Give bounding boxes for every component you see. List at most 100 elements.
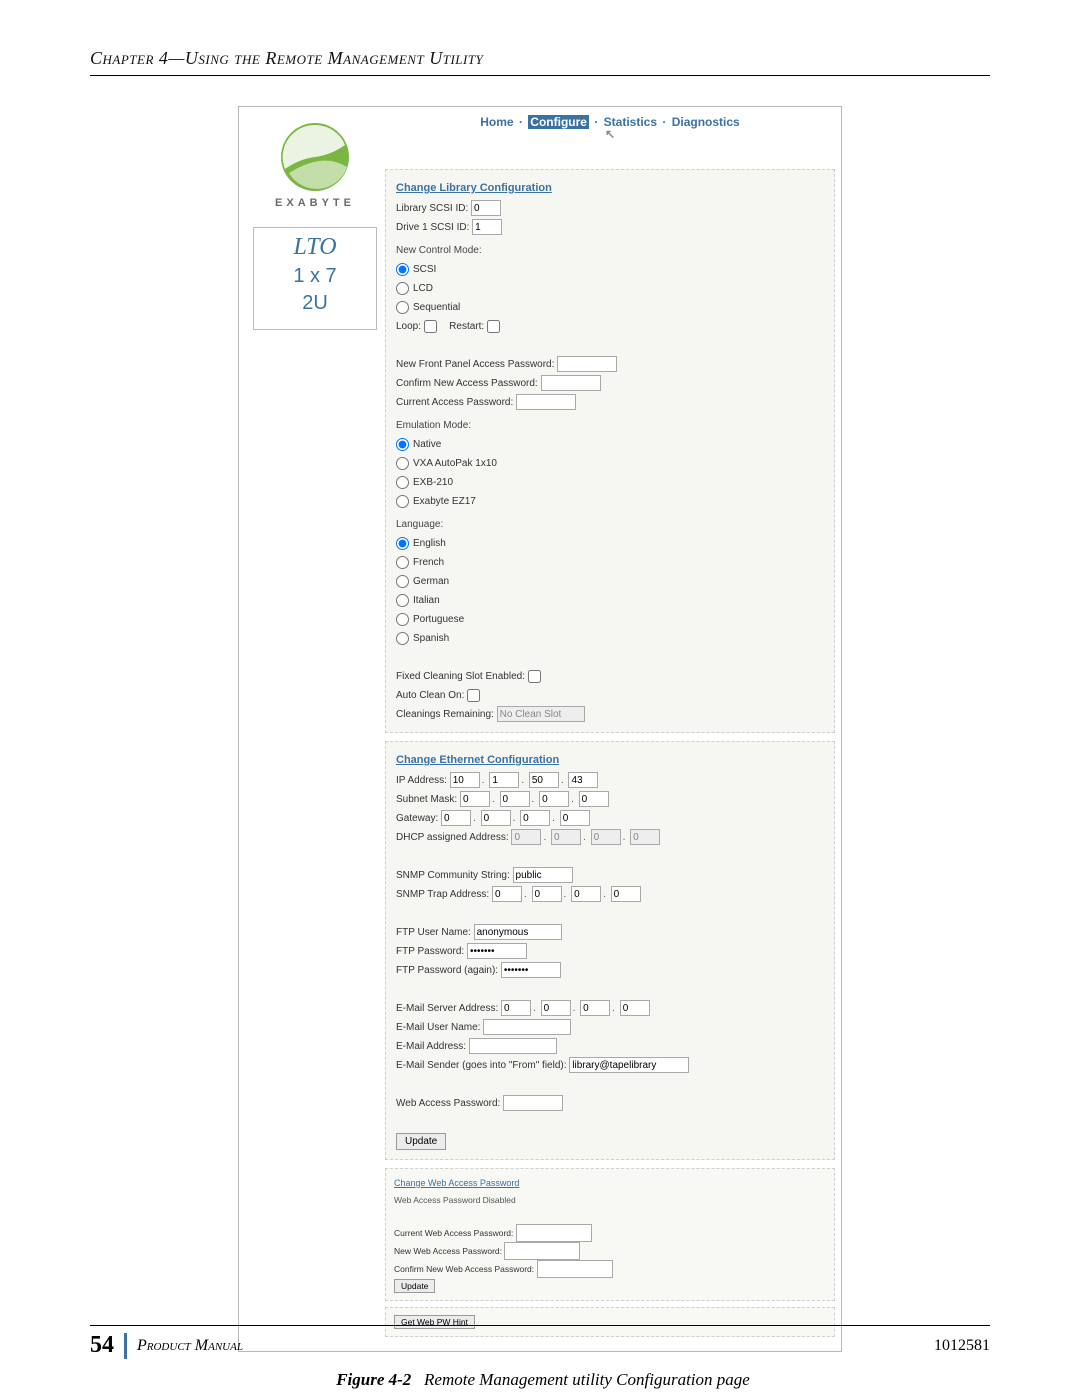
lang-radio[interactable] [396,575,409,588]
dot-sep: . [521,775,524,786]
new-web-password-input[interactable] [504,1242,580,1260]
email-srv-3-input[interactable] [580,1000,610,1016]
ethernet-config-heading[interactable]: Change Ethernet Configuration [396,754,559,766]
email-user-input[interactable] [483,1019,571,1035]
confirm-web-password-input[interactable] [537,1260,613,1278]
nav-sep: · [519,115,523,129]
emu-radio[interactable] [396,476,409,489]
radio-english[interactable]: English [396,538,446,549]
radio-label: LCD [413,283,433,294]
ip-3-input[interactable] [529,772,559,788]
radio-portuguese[interactable]: Portuguese [396,614,464,625]
update-button[interactable]: Update [396,1133,446,1150]
web-password-update-button[interactable]: Update [394,1279,435,1293]
radio-native[interactable]: Native [396,439,441,450]
label: New Control Mode: [396,241,824,260]
label: FTP Password: [396,946,464,957]
email-srv-1-input[interactable] [501,1000,531,1016]
trap-4-input[interactable] [611,886,641,902]
lang-radio[interactable] [396,556,409,569]
nav-home[interactable]: Home [480,115,513,129]
dot-sep: . [561,775,564,786]
lang-radio[interactable] [396,613,409,626]
current-web-password-input[interactable] [516,1224,592,1242]
email-address-input[interactable] [469,1038,557,1054]
trap-2-input[interactable] [532,886,562,902]
drive-scsi-id-input[interactable] [472,219,502,235]
ctrl-mode-radio[interactable] [396,263,409,276]
radio-lcd[interactable]: LCD [396,283,433,294]
emu-radio[interactable] [396,495,409,508]
restart-checkbox[interactable] [487,320,500,333]
radio-scsi[interactable]: SCSI [396,264,436,275]
label: Gateway: [396,813,438,824]
nav-configure[interactable]: Configure [528,115,589,129]
ip-2-input[interactable] [489,772,519,788]
dot-sep: . [571,794,574,805]
nav-diagnostics[interactable]: Diagnostics [672,115,740,129]
web-access-password-input[interactable] [503,1095,563,1111]
lto-label: LTO [254,234,376,261]
ftp-password2-input[interactable] [501,962,561,978]
snmp-community-input[interactable] [513,867,573,883]
footer-divider [124,1333,127,1359]
ip-1-input[interactable] [450,772,480,788]
radio-spanish[interactable]: Spanish [396,633,449,644]
mask-3-input[interactable] [539,791,569,807]
ctrl-mode-radio[interactable] [396,282,409,295]
library-config-panel: Change Library Configuration Library SCS… [385,169,835,733]
email-srv-4-input[interactable] [620,1000,650,1016]
library-scsi-id-input[interactable] [471,200,501,216]
dot-sep: . [583,832,586,843]
mask-4-input[interactable] [579,791,609,807]
radio-german[interactable]: German [396,576,449,587]
ctrl-mode-radio[interactable] [396,301,409,314]
email-srv-2-input[interactable] [541,1000,571,1016]
label: SNMP Community String: [396,870,510,881]
radio-vxa[interactable]: VXA AutoPak 1x10 [396,458,497,469]
new-panel-password-input[interactable] [557,356,617,372]
lang-radio[interactable] [396,632,409,645]
label: Drive 1 SCSI ID: [396,222,469,233]
email-sender-input[interactable] [569,1057,689,1073]
radio-label: French [413,557,444,568]
fixed-clean-checkbox[interactable] [528,670,541,683]
emu-radio[interactable] [396,457,409,470]
confirm-panel-password-input[interactable] [541,375,601,391]
label: Current Web Access Password: [394,1228,513,1238]
radio-french[interactable]: French [396,557,444,568]
web-password-heading[interactable]: Change Web Access Password [394,1178,519,1188]
gw-1-input[interactable] [441,810,471,826]
lang-radio[interactable] [396,594,409,607]
dhcp-1-input [511,829,541,845]
radio-ez17[interactable]: Exabyte EZ17 [396,496,476,507]
ethernet-config-panel: Change Ethernet Configuration IP Address… [385,741,835,1160]
ftp-user-input[interactable] [474,924,562,940]
gw-4-input[interactable] [560,810,590,826]
dot-sep: . [573,1003,576,1014]
radio-exb210[interactable]: EXB-210 [396,477,453,488]
library-config-heading[interactable]: Change Library Configuration [396,182,552,194]
figure-label: Figure 4-2 [336,1370,411,1389]
radio-sequential[interactable]: Sequential [396,302,460,313]
radio-italian[interactable]: Italian [396,595,440,606]
radio-label: Sequential [413,302,460,313]
current-panel-password-input[interactable] [516,394,576,410]
emu-radio[interactable] [396,438,409,451]
gw-2-input[interactable] [481,810,511,826]
dot-sep: . [564,889,567,900]
lang-radio[interactable] [396,537,409,550]
trap-3-input[interactable] [571,886,601,902]
ftp-password-input[interactable] [467,943,527,959]
ip-4-input[interactable] [568,772,598,788]
loop-checkbox[interactable] [424,320,437,333]
footer-docnum: 1012581 [934,1337,990,1355]
page-number: 54 [90,1332,114,1359]
mask-1-input[interactable] [460,791,490,807]
gw-3-input[interactable] [520,810,550,826]
mask-2-input[interactable] [500,791,530,807]
label: Restart: [449,321,484,332]
trap-1-input[interactable] [492,886,522,902]
auto-clean-checkbox[interactable] [467,689,480,702]
dhcp-4-input [630,829,660,845]
